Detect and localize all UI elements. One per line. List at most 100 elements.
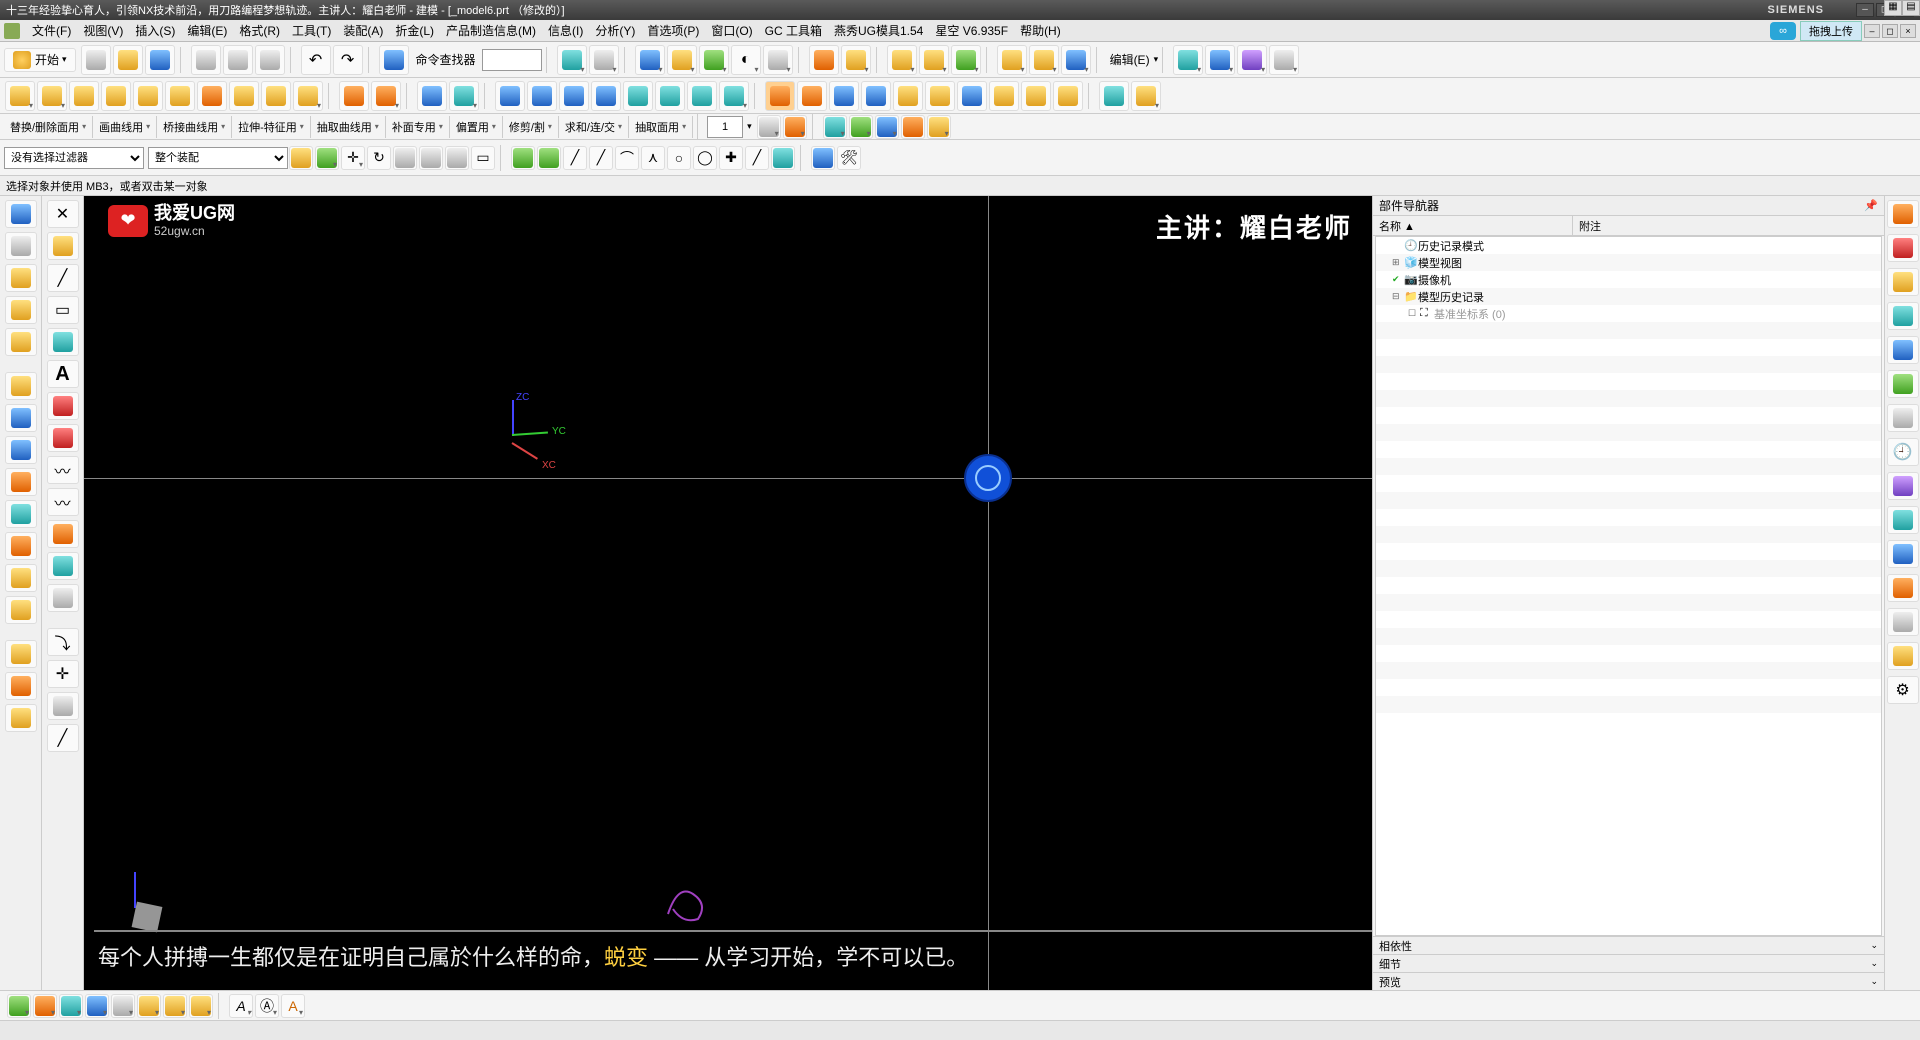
menu-yanxiu[interactable]: 燕秀UG模具1.54 bbox=[828, 22, 929, 39]
snap-4[interactable]: ╱ bbox=[589, 146, 613, 170]
lb1-5[interactable] bbox=[5, 328, 37, 356]
mt-23[interactable] bbox=[765, 81, 795, 111]
ct-b5[interactable] bbox=[875, 115, 899, 139]
mt-31[interactable] bbox=[1021, 81, 1051, 111]
rb-11[interactable] bbox=[1887, 540, 1919, 568]
lb2-13[interactable]: ⤵ bbox=[47, 628, 79, 656]
open-button[interactable] bbox=[113, 45, 143, 75]
lb2-1[interactable]: ✕ bbox=[47, 200, 79, 228]
mt-9[interactable] bbox=[261, 81, 291, 111]
cmd-finder-input[interactable] bbox=[482, 49, 542, 71]
tool-e3[interactable] bbox=[1061, 45, 1091, 75]
navigator-tree[interactable]: 🕘历史记录模式 ⊞🧊模型视图 ✔📷摄像机 ⊟📁模型历史记录 ☐⛶基准坐标系 (0… bbox=[1375, 236, 1882, 936]
tool-f2[interactable] bbox=[1205, 45, 1235, 75]
mt-2[interactable] bbox=[37, 81, 67, 111]
menu-window[interactable]: 窗口(O) bbox=[705, 22, 758, 39]
ct-bridge-curve[interactable]: 桥接曲线用 bbox=[157, 116, 232, 138]
lb2-4[interactable]: ▭ bbox=[47, 296, 79, 324]
lb1-15[interactable] bbox=[5, 672, 37, 700]
tool-c1[interactable] bbox=[809, 45, 839, 75]
mt-12[interactable] bbox=[371, 81, 401, 111]
col-name[interactable]: 名称 ▲ bbox=[1373, 216, 1573, 235]
tool-e2[interactable] bbox=[1029, 45, 1059, 75]
cmd-finder-icon[interactable] bbox=[379, 45, 409, 75]
lb1-14[interactable] bbox=[5, 640, 37, 668]
mt-18[interactable] bbox=[591, 81, 621, 111]
lb2-text[interactable]: A bbox=[47, 360, 79, 388]
rb-7[interactable] bbox=[1887, 404, 1919, 432]
snap-3[interactable]: ╱ bbox=[563, 146, 587, 170]
menu-analysis[interactable]: 分析(Y) bbox=[589, 22, 641, 39]
menu-help[interactable]: 帮助(H) bbox=[1014, 22, 1067, 39]
lb1-3[interactable] bbox=[5, 264, 37, 292]
mdi-restore-button[interactable]: ◻ bbox=[1882, 24, 1898, 38]
save-button[interactable] bbox=[145, 45, 175, 75]
menu-format[interactable]: 格式(R) bbox=[233, 22, 286, 39]
bt-1[interactable] bbox=[7, 994, 31, 1018]
tool-b1[interactable] bbox=[635, 45, 665, 75]
minimize-button[interactable]: – bbox=[1856, 3, 1874, 17]
mt-3[interactable] bbox=[69, 81, 99, 111]
menu-prefs[interactable]: 首选项(P) bbox=[641, 22, 705, 39]
mt-7[interactable] bbox=[197, 81, 227, 111]
cloud-icon[interactable]: ∞ bbox=[1770, 22, 1796, 40]
ct-extract-face[interactable]: 抽取面用 bbox=[629, 116, 693, 138]
menu-pmi[interactable]: 产品制造信息(M) bbox=[440, 22, 542, 39]
menu-view[interactable]: 视图(V) bbox=[77, 22, 129, 39]
fold-details[interactable]: 细节⌄ bbox=[1373, 954, 1884, 972]
lb2-6[interactable] bbox=[47, 392, 79, 420]
lb1-7[interactable] bbox=[5, 404, 37, 432]
col-note[interactable]: 附注 bbox=[1573, 216, 1884, 235]
lb2-11[interactable] bbox=[47, 552, 79, 580]
ct-trim-split[interactable]: 修剪/割 bbox=[503, 116, 559, 138]
st-6[interactable] bbox=[419, 146, 443, 170]
menu-file[interactable]: 文件(F) bbox=[26, 22, 77, 39]
ct-b2[interactable] bbox=[783, 115, 807, 139]
tool-f3[interactable] bbox=[1237, 45, 1267, 75]
ct-extract-curve[interactable]: 抽取曲线用 bbox=[311, 116, 386, 138]
mt-8[interactable] bbox=[229, 81, 259, 111]
snap-2[interactable] bbox=[537, 146, 561, 170]
mt-5[interactable] bbox=[133, 81, 163, 111]
mt-6[interactable] bbox=[165, 81, 195, 111]
st-5[interactable] bbox=[393, 146, 417, 170]
mt-21[interactable] bbox=[687, 81, 717, 111]
pin-icon[interactable]: 📌 bbox=[1864, 199, 1878, 212]
st-3[interactable]: ✛ bbox=[341, 146, 365, 170]
lb1-2[interactable] bbox=[5, 232, 37, 260]
fold-dependency[interactable]: 相依性⌄ bbox=[1373, 936, 1884, 954]
snap-5[interactable]: ⌒ bbox=[615, 146, 639, 170]
mt-26[interactable] bbox=[861, 81, 891, 111]
mt-15[interactable] bbox=[495, 81, 525, 111]
upload-button[interactable]: 拖拽上传 bbox=[1800, 21, 1862, 41]
lb1-10[interactable] bbox=[5, 500, 37, 528]
ct-extrude-feature[interactable]: 拉伸-特征用 bbox=[232, 116, 311, 138]
fold-preview[interactable]: 预览⌄ bbox=[1373, 972, 1884, 990]
tool-b4[interactable]: ◐ bbox=[731, 45, 761, 75]
mt-29[interactable] bbox=[957, 81, 987, 111]
menu-insert[interactable]: 插入(S) bbox=[129, 22, 181, 39]
mdi-minimize-button[interactable]: – bbox=[1864, 24, 1880, 38]
new-button[interactable] bbox=[81, 45, 111, 75]
bt-7[interactable] bbox=[163, 994, 187, 1018]
lb2-12[interactable] bbox=[47, 584, 79, 612]
bt-8[interactable] bbox=[189, 994, 213, 1018]
undo-button[interactable]: ↶ bbox=[301, 45, 331, 75]
lb2-9[interactable]: 〰 bbox=[47, 488, 79, 516]
lb1-6[interactable] bbox=[5, 372, 37, 400]
ct-b6[interactable] bbox=[901, 115, 925, 139]
menu-xingkong[interactable]: 星空 V6.935F bbox=[929, 22, 1014, 39]
tool-b3[interactable] bbox=[699, 45, 729, 75]
mt-25[interactable] bbox=[829, 81, 859, 111]
ct-boolean[interactable]: 求和/连/交 bbox=[559, 116, 629, 138]
mt-20[interactable] bbox=[655, 81, 685, 111]
snap-6[interactable]: ⋏ bbox=[641, 146, 665, 170]
st-8[interactable]: ▭ bbox=[471, 146, 495, 170]
tool-e1[interactable] bbox=[997, 45, 1027, 75]
lb2-15[interactable] bbox=[47, 692, 79, 720]
lb1-4[interactable] bbox=[5, 296, 37, 324]
ct-draw-curve[interactable]: 画曲线用 bbox=[93, 116, 157, 138]
type-filter-select[interactable]: 没有选择过滤器 bbox=[4, 147, 144, 169]
bt-5[interactable] bbox=[111, 994, 135, 1018]
scope-select[interactable]: 整个装配 bbox=[148, 147, 288, 169]
